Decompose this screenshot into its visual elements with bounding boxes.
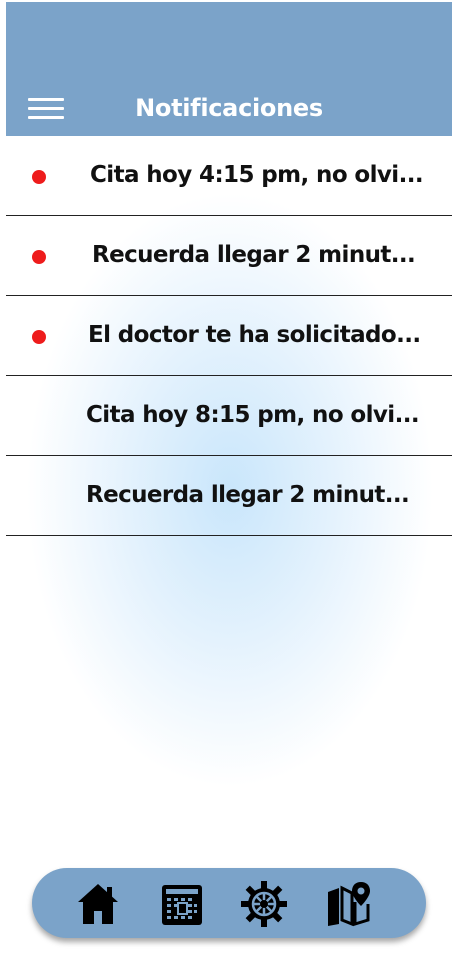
app-header: Notificaciones bbox=[6, 2, 452, 136]
nav-calendar-button[interactable] bbox=[158, 880, 206, 928]
notification-text: Cita hoy 8:15 pm, no olvi... bbox=[86, 402, 420, 428]
map-pin-icon bbox=[328, 882, 370, 927]
gear-icon bbox=[241, 881, 287, 927]
calendar-icon bbox=[162, 885, 202, 925]
nav-home-button[interactable] bbox=[74, 880, 122, 928]
nav-map-button[interactable] bbox=[324, 880, 372, 928]
notification-text: El doctor te ha solicitado... bbox=[88, 322, 421, 348]
notification-item[interactable]: Recuerda llegar 2 minut... bbox=[6, 456, 452, 536]
notification-item[interactable]: El doctor te ha solicitado... bbox=[6, 296, 452, 376]
notification-text: Recuerda llegar 2 minut... bbox=[86, 482, 410, 508]
bottom-navigation-bar bbox=[32, 868, 426, 938]
notification-text: Recuerda llegar 2 minut... bbox=[92, 242, 416, 268]
home-icon bbox=[78, 884, 118, 924]
page-title: Notificaciones bbox=[135, 94, 323, 122]
nav-settings-button[interactable] bbox=[240, 880, 288, 928]
notification-item[interactable]: Cita hoy 4:15 pm, no olvi... bbox=[6, 136, 452, 216]
notification-list: Cita hoy 4:15 pm, no olvi... Recuerda ll… bbox=[6, 136, 452, 536]
notification-item[interactable]: Recuerda llegar 2 minut... bbox=[6, 216, 452, 296]
notification-text: Cita hoy 4:15 pm, no olvi... bbox=[90, 162, 424, 188]
screen: Notificaciones Cita hoy 4:15 pm, no olvi… bbox=[4, 0, 452, 962]
notification-item[interactable]: Cita hoy 8:15 pm, no olvi... bbox=[6, 376, 452, 456]
